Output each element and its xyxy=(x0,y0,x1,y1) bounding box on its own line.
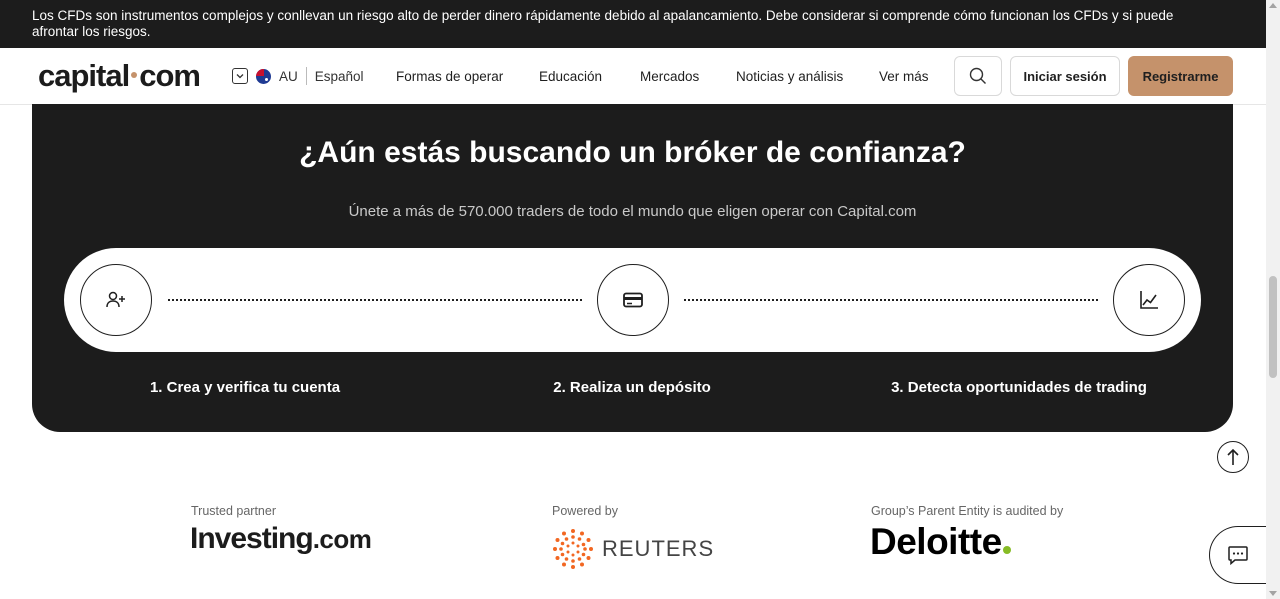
logo-dot xyxy=(131,71,138,78)
chat-button[interactable] xyxy=(1209,526,1269,584)
register-button[interactable]: Registrarme xyxy=(1128,56,1233,96)
reuters-logo-name: REUTERS xyxy=(602,536,715,561)
deloitte-green-dot xyxy=(1002,546,1011,554)
deloitte-caption: Group’s Parent Entity is audited by xyxy=(871,504,1064,518)
scroll-up-arrow-icon[interactable] xyxy=(1269,3,1277,8)
step-3-label: 3. Detecta oportunidades de trading xyxy=(891,379,1147,396)
logo-text-left: capital xyxy=(38,58,130,93)
reuters-caption: Powered by xyxy=(552,504,619,518)
nav-ver-mas[interactable]: Ver más xyxy=(879,69,929,84)
login-button[interactable]: Iniciar sesión xyxy=(1010,56,1120,96)
nav-formas-de-operar[interactable]: Formas de operar xyxy=(396,69,503,84)
credit-card-icon xyxy=(623,292,643,308)
step-3-circle xyxy=(1113,264,1185,336)
step-1-circle xyxy=(80,264,152,336)
region-code[interactable]: AU xyxy=(279,69,298,84)
scroll-to-top-button[interactable] xyxy=(1217,441,1249,473)
step-connector-1 xyxy=(168,299,582,301)
reuters-dots-icon xyxy=(553,529,593,569)
site-header: capital com AU Español Formas de operar E… xyxy=(0,48,1266,105)
investing-com-logo[interactable]: Investing.com xyxy=(190,522,372,556)
scrollbar-thumb[interactable] xyxy=(1269,276,1277,378)
nav-educacion[interactable]: Educación xyxy=(539,69,602,84)
broker-promo-section: ¿Aún estás buscando un bróker de confian… xyxy=(32,104,1233,432)
search-button[interactable] xyxy=(954,56,1002,96)
risk-warning-banner: Los CFDs son instrumentos complejos y co… xyxy=(0,0,1266,48)
investing-logo-name: Investing xyxy=(190,522,314,555)
promo-title: ¿Aún estás buscando un bróker de confian… xyxy=(299,136,966,169)
deloitte-logo[interactable]: Deloitte xyxy=(870,521,1011,563)
nav-mercados[interactable]: Mercados xyxy=(640,69,699,84)
logo-text-right: com xyxy=(139,58,201,93)
step-2-circle xyxy=(597,264,669,336)
promo-subtitle: Únete a más de 570.000 traders de todo e… xyxy=(348,203,917,220)
search-icon xyxy=(969,67,986,84)
line-chart-icon xyxy=(1140,291,1158,309)
chat-icon xyxy=(1227,546,1248,566)
nav-noticias-y-analisis[interactable]: Noticias y análisis xyxy=(736,69,843,84)
step-connector-2 xyxy=(684,299,1098,301)
language-label[interactable]: Español xyxy=(315,69,364,84)
chevron-down-icon[interactable] xyxy=(232,68,248,84)
australia-flag-icon xyxy=(256,68,271,84)
page-scrollbar[interactable] xyxy=(1266,0,1280,599)
investing-logo-suffix: .com xyxy=(312,524,372,554)
capital-com-logo[interactable]: capital com xyxy=(38,58,201,94)
step-2-label: 2. Realiza un depósito xyxy=(553,379,711,396)
investing-caption: Trusted partner xyxy=(191,504,276,518)
add-user-icon xyxy=(106,291,125,308)
page: Los CFDs son instrumentos complejos y co… xyxy=(0,0,1280,599)
scroll-down-arrow-icon[interactable] xyxy=(1269,591,1277,596)
step-1-label: 1. Crea y verifica tu cuenta xyxy=(149,379,341,396)
arrow-up-icon xyxy=(1227,448,1239,465)
risk-warning-text: Los CFDs son instrumentos complejos y co… xyxy=(32,8,1174,39)
region-language-selector[interactable]: AU Español xyxy=(232,67,364,85)
deloitte-logo-name: Deloitte xyxy=(870,521,1002,562)
reuters-logo[interactable]: REUTERS xyxy=(552,528,714,570)
divider xyxy=(305,67,307,85)
steps-progress-bar xyxy=(64,248,1201,352)
